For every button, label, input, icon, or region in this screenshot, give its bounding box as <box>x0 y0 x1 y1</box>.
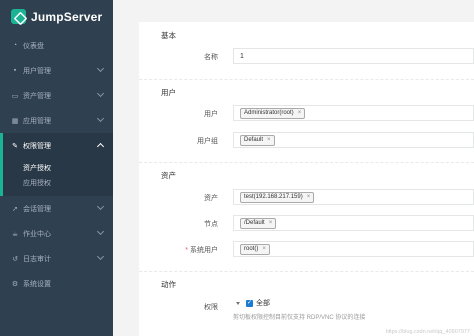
chevron-down-icon <box>96 89 105 98</box>
section-title-asset: 资产 <box>161 171 176 180</box>
content-gutter <box>113 0 139 336</box>
sidebar-item-applications[interactable]: ▦ 应用管理 <box>0 108 113 133</box>
history-icon: ↺ <box>12 255 18 263</box>
section-title-user: 用户 <box>161 88 176 97</box>
inbox-icon: ▭ <box>11 92 19 100</box>
sidebar-item-label: 应用管理 <box>23 117 51 125</box>
divider <box>139 271 474 272</box>
node-tag: /Default × <box>240 217 277 229</box>
actions-help-text: 剪切板权限控制目前仅支持 RDP/VNC 协议的连接 <box>233 315 366 321</box>
tag-remove-icon[interactable]: × <box>267 137 271 143</box>
tag-remove-icon[interactable]: × <box>269 220 273 226</box>
chevron-down-icon <box>96 227 105 236</box>
permissions-submenu: 资产授权 应用授权 <box>0 158 113 196</box>
sidebar-item-label: 日志审计 <box>23 255 51 263</box>
name-value: 1 <box>240 52 244 60</box>
actions-label: 权限 <box>204 304 218 311</box>
user-group-tag: Default × <box>240 134 275 146</box>
asset-tag-label: test(192.168.217.159) <box>244 194 303 200</box>
dashboard-icon: ◔ <box>12 42 18 49</box>
sidebar-subitem-asset-permission[interactable]: 资产授权 <box>3 160 113 175</box>
sidebar-item-jobs[interactable]: ☕ 作业中心 <box>0 221 113 246</box>
gear-icon: ⚙ <box>11 280 19 288</box>
chevron-down-icon <box>96 114 105 123</box>
app-title: JumpServer <box>31 9 103 24</box>
sidebar-item-label: 权限管理 <box>23 142 51 150</box>
users-label: 用户 <box>204 111 218 118</box>
name-input[interactable]: 1 <box>233 48 474 64</box>
system-user-tag: root() × <box>240 243 270 255</box>
sidebar-item-settings[interactable]: ⚙ 系统设置 <box>0 271 113 296</box>
system-users-select[interactable]: root() × <box>233 241 474 257</box>
system-users-label: * 系统用户 <box>139 245 218 255</box>
sidebar-item-label: 资产管理 <box>23 92 51 100</box>
edit-icon: ✎ <box>12 142 18 150</box>
caret-down-icon[interactable] <box>236 301 240 305</box>
sidebar-item-audits[interactable]: ↺ 日志审计 <box>0 246 113 271</box>
sidebar-item-sessions[interactable]: ➚ 会话管理 <box>0 196 113 221</box>
tag-remove-icon[interactable]: × <box>262 246 266 252</box>
checkbox-all[interactable]: ✓ <box>246 299 253 307</box>
actions-tree[interactable]: ✓ 全部 <box>236 298 270 308</box>
system-user-tag-label: root() <box>244 246 259 252</box>
user-groups-label: 用户组 <box>197 138 218 145</box>
assets-select[interactable]: test(192.168.217.159) × <box>233 189 474 205</box>
required-mark: * <box>185 247 188 254</box>
nodes-select[interactable]: /Default × <box>233 215 474 231</box>
watermark: https://blog.csdn.net/qq_40907977 <box>385 329 470 335</box>
tag-remove-icon[interactable]: × <box>298 110 302 116</box>
sidebar-item-permissions[interactable]: ✎ 权限管理 <box>0 133 113 158</box>
user-tag: Administrator(root) × <box>240 107 306 119</box>
sidebar-item-assets[interactable]: ▭ 资产管理 <box>0 83 113 108</box>
users-select[interactable]: Administrator(root) × <box>233 105 474 121</box>
assets-label: 资产 <box>204 195 218 202</box>
users-icon: ▪ <box>13 67 17 74</box>
chevron-down-icon <box>96 202 105 211</box>
divider <box>139 162 474 163</box>
sidebar-item-label: 仪表盘 <box>23 42 44 50</box>
sidebar-item-users[interactable]: ▪ 用户管理 <box>0 58 113 83</box>
permission-form: 基本 名称 1 用户 用户 Administrator(root) × 用户组 … <box>139 22 474 336</box>
name-label: 名称 <box>204 54 218 61</box>
sidebar-item-label: 作业中心 <box>23 230 51 238</box>
sidebar-subitem-label: 应用授权 <box>23 179 51 187</box>
tag-remove-icon[interactable]: × <box>307 194 311 200</box>
sidebar-item-label: 系统设置 <box>23 280 51 288</box>
checkbox-all-label: 全部 <box>256 300 270 307</box>
sidebar-item-dashboard[interactable]: ◔ 仪表盘 <box>0 33 113 58</box>
chevron-down-icon <box>96 64 105 73</box>
sidebar: JumpServer ◔ 仪表盘 ▪ 用户管理 ▭ 资产管理 ▦ 应用管理 ✎ … <box>0 0 113 336</box>
system-users-label-text: 系统用户 <box>190 247 218 254</box>
node-tag-label: /Default <box>244 220 265 226</box>
sidebar-subitem-label: 资产授权 <box>23 164 51 172</box>
sidebar-subitem-app-permission[interactable]: 应用授权 <box>3 175 113 190</box>
rocket-icon: ➚ <box>12 205 18 213</box>
user-groups-select[interactable]: Default × <box>233 132 474 148</box>
user-group-tag-label: Default <box>244 137 264 143</box>
jumpserver-logo-icon <box>11 9 26 24</box>
nodes-label: 节点 <box>204 221 218 228</box>
chevron-down-icon <box>96 252 105 261</box>
logo[interactable]: JumpServer <box>0 0 113 33</box>
section-title-action: 动作 <box>161 280 176 289</box>
divider <box>139 79 474 80</box>
user-tag-label: Administrator(root) <box>244 110 294 116</box>
grid-icon: ▦ <box>11 117 19 125</box>
sidebar-item-label: 用户管理 <box>23 67 51 75</box>
sidebar-item-label: 会话管理 <box>23 205 51 213</box>
asset-tag: test(192.168.217.159) × <box>240 191 315 203</box>
coffee-icon: ☕ <box>11 230 19 238</box>
section-title-basic: 基本 <box>161 31 176 40</box>
chevron-up-icon <box>96 142 105 151</box>
